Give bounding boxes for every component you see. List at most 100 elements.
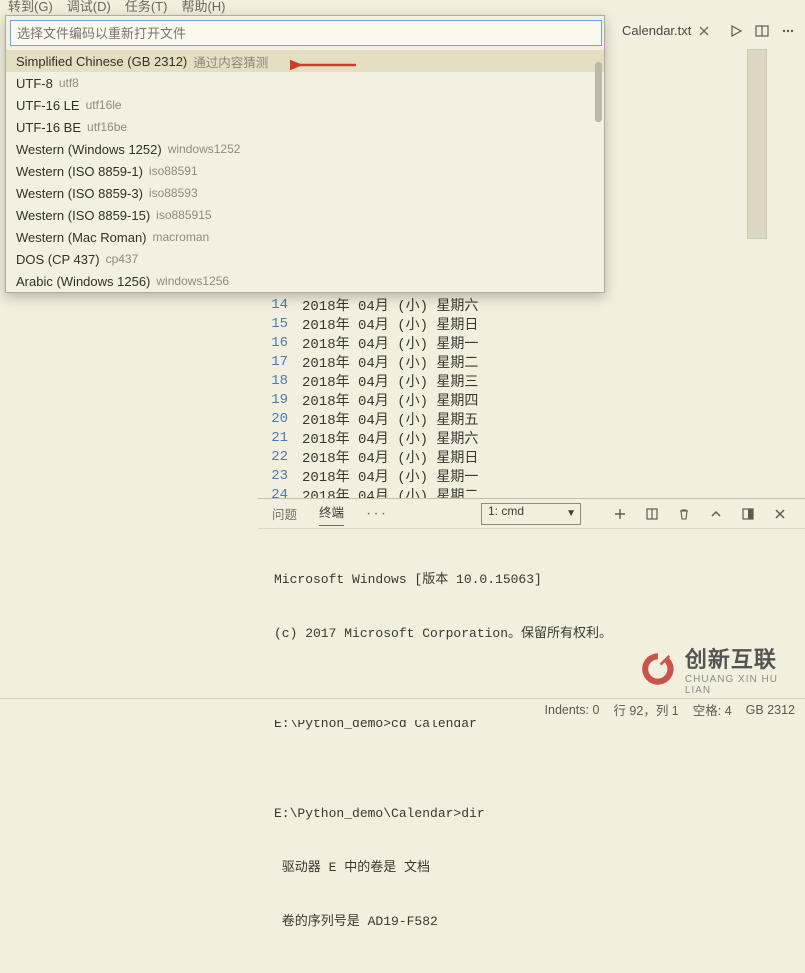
encoding-scrollbar[interactable] (595, 62, 602, 122)
encoding-option-cp437[interactable]: DOS (CP 437) cp437 (6, 248, 604, 270)
close-icon[interactable] (769, 503, 791, 525)
status-indents[interactable]: Indents: 0 (545, 703, 600, 717)
menu-tasks[interactable]: 任务(T) (125, 0, 168, 15)
terminal-output[interactable]: Microsoft Windows [版本 10.0.15063] (c) 20… (258, 529, 805, 973)
encoding-option-alias: utf8 (59, 76, 79, 90)
editor-line[interactable]: 152018年 04月 (小) 星期日 (258, 314, 805, 333)
menu-bar: 转到(G) 调试(D) 任务(T) 帮助(H) (0, 0, 805, 10)
encoding-option-label: Western (Windows 1252) (16, 142, 162, 157)
encoding-option-label: Western (Mac Roman) (16, 230, 147, 245)
line-text: 2018年 04月 (小) 星期三 (302, 371, 478, 391)
plus-icon[interactable] (609, 503, 631, 525)
encoding-hint: 通过内容猜测 (193, 52, 268, 71)
editor-line[interactable]: 182018年 04月 (小) 星期三 (258, 371, 805, 390)
run-icon[interactable] (725, 20, 747, 42)
panel-layout-icon[interactable] (737, 503, 759, 525)
encoding-search-input[interactable] (10, 20, 602, 46)
encoding-option-alias: windows1252 (168, 142, 241, 156)
line-number: 15 (258, 316, 302, 332)
editor-line[interactable]: 212018年 04月 (小) 星期六 (258, 428, 805, 447)
terminal-line: E:\Python_demo\Calendar>dir (274, 805, 789, 823)
encoding-option-label: UTF-16 LE (16, 98, 80, 113)
encoding-option-iso88591[interactable]: Western (ISO 8859-1) iso88591 (6, 160, 604, 182)
line-number: 22 (258, 449, 302, 465)
editor-tab-bar: Calendar.txt (608, 15, 805, 47)
line-text: 2018年 04月 (小) 星期四 (302, 390, 478, 410)
encoding-option-macroman[interactable]: Western (Mac Roman) macroman (6, 226, 604, 248)
encoding-list: Simplified Chinese (GB 2312) 通过内容猜测 UTF-… (6, 50, 604, 292)
line-number: 21 (258, 430, 302, 446)
line-text: 2018年 04月 (小) 星期一 (302, 466, 478, 486)
editor-tab-title: Calendar.txt (622, 23, 691, 38)
line-text: 2018年 04月 (小) 星期六 (302, 295, 478, 315)
menu-goto[interactable]: 转到(G) (8, 0, 53, 15)
encoding-option-alias: utf16be (87, 120, 127, 134)
terminal-select-label: 1: cmd (488, 504, 524, 518)
encoding-option-alias: iso88593 (149, 186, 198, 200)
encoding-option-label: UTF-16 BE (16, 120, 81, 135)
editor-line[interactable]: 202018年 04月 (小) 星期五 (258, 409, 805, 428)
editor-tab[interactable]: Calendar.txt (614, 19, 715, 43)
line-text: 2018年 04月 (小) 星期六 (302, 428, 478, 448)
chevron-up-icon[interactable] (705, 503, 727, 525)
encoding-option-utf16be[interactable]: UTF-16 BE utf16be (6, 116, 604, 138)
line-text: 2018年 04月 (小) 星期五 (302, 409, 478, 429)
close-icon[interactable] (697, 24, 711, 38)
status-bar: Indents: 0 行 92，列 1 空格: 4 GB 2312 (0, 698, 805, 720)
line-text: 2018年 04月 (小) 星期一 (302, 333, 478, 353)
editor-line[interactable]: 172018年 04月 (小) 星期二 (258, 352, 805, 371)
encoding-option-label: Simplified Chinese (GB 2312) (16, 54, 187, 69)
terminal-select[interactable]: 1: cmd ▼ (481, 503, 581, 525)
line-number: 18 (258, 373, 302, 389)
line-text: 2018年 04月 (小) 星期日 (302, 447, 478, 467)
trash-icon[interactable] (673, 503, 695, 525)
split-editor-icon[interactable] (751, 20, 773, 42)
encoding-option-label: UTF-8 (16, 76, 53, 91)
line-number: 14 (258, 297, 302, 313)
line-text: 2018年 04月 (小) 星期日 (302, 314, 478, 334)
terminal-line: 驱动器 E 中的卷是 文档 (274, 859, 789, 877)
status-spaces[interactable]: 空格: 4 (693, 700, 732, 719)
encoding-option-win1252[interactable]: Western (Windows 1252) windows1252 (6, 138, 604, 160)
encoding-option-label: Western (ISO 8859-1) (16, 164, 143, 179)
encoding-option-win1256[interactable]: Arabic (Windows 1256) windows1256 (6, 270, 604, 292)
encoding-option-alias: cp437 (106, 252, 139, 266)
encoding-option-iso88593[interactable]: Western (ISO 8859-3) iso88593 (6, 182, 604, 204)
annotation-arrow-icon (290, 57, 360, 77)
line-number: 19 (258, 392, 302, 408)
terminal-line: 卷的序列号是 AD19-F582 (274, 913, 789, 931)
status-cursor[interactable]: 行 92，列 1 (613, 700, 678, 719)
editor-line[interactable]: 192018年 04月 (小) 星期四 (258, 390, 805, 409)
encoding-option-label: Western (ISO 8859-15) (16, 208, 150, 223)
panel-tab-terminal[interactable]: 终端 (319, 502, 344, 526)
encoding-option-label: Western (ISO 8859-3) (16, 186, 143, 201)
line-number: 16 (258, 335, 302, 351)
panel-tab-problems[interactable]: 问题 (272, 504, 297, 523)
bottom-panel: 问题 终端 ··· 1: cmd ▼ (258, 498, 805, 698)
encoding-option-alias: iso88591 (149, 164, 198, 178)
encoding-option-utf16le[interactable]: UTF-16 LE utf16le (6, 94, 604, 116)
terminal-line: (c) 2017 Microsoft Corporation。保留所有权利。 (274, 625, 789, 643)
ellipsis-icon[interactable]: ··· (366, 505, 388, 523)
editor-content: 142018年 04月 (小) 星期六 152018年 04月 (小) 星期日 … (258, 295, 805, 504)
terminal-line: Microsoft Windows [版本 10.0.15063] (274, 571, 789, 589)
editor-line[interactable]: 162018年 04月 (小) 星期一 (258, 333, 805, 352)
menu-help[interactable]: 帮助(H) (181, 0, 225, 15)
line-text: 2018年 04月 (小) 星期二 (302, 352, 478, 372)
editor-line[interactable]: 142018年 04月 (小) 星期六 (258, 295, 805, 314)
encoding-option-alias: iso885915 (156, 208, 211, 222)
menu-debug[interactable]: 调试(D) (67, 0, 111, 15)
editor-line[interactable]: 232018年 04月 (小) 星期一 (258, 466, 805, 485)
encoding-option-label: Arabic (Windows 1256) (16, 274, 150, 289)
line-number: 23 (258, 468, 302, 484)
minimap[interactable] (747, 49, 767, 239)
line-number: 20 (258, 411, 302, 427)
ellipsis-icon[interactable] (777, 20, 799, 42)
encoding-option-iso885915[interactable]: Western (ISO 8859-15) iso885915 (6, 204, 604, 226)
line-number: 17 (258, 354, 302, 370)
editor-line[interactable]: 222018年 04月 (小) 星期日 (258, 447, 805, 466)
encoding-option-alias: windows1256 (156, 274, 229, 288)
split-terminal-icon[interactable] (641, 503, 663, 525)
status-encoding[interactable]: GB 2312 (746, 703, 795, 717)
encoding-option-alias: macroman (153, 230, 210, 244)
